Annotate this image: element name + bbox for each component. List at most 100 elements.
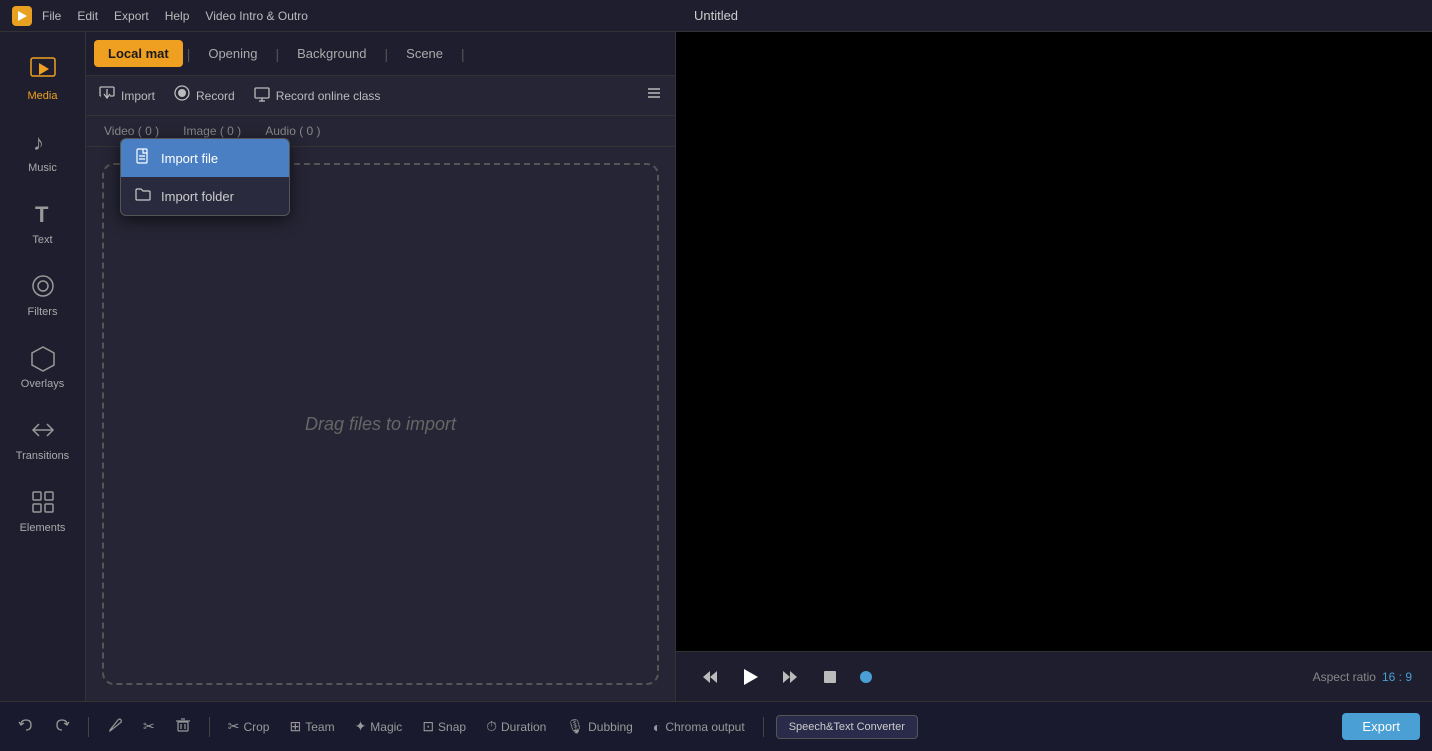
tab-local-mat[interactable]: Local mat — [94, 40, 183, 67]
sidebar-item-transitions[interactable]: Transitions — [0, 402, 85, 474]
aspect-ratio-label: Aspect ratio — [1313, 670, 1376, 684]
undo-icon — [18, 717, 34, 736]
sidebar-item-music[interactable]: ♪ Music — [0, 114, 85, 186]
aspect-ratio: Aspect ratio 16 : 9 — [1313, 670, 1412, 684]
import-file-icon — [135, 148, 151, 168]
tab-divider-2: | — [273, 46, 281, 62]
sidebar-item-elements[interactable]: Elements — [0, 474, 85, 546]
divider-3 — [763, 717, 764, 737]
window-title: Untitled — [694, 8, 738, 23]
sidebar-item-overlays[interactable]: Overlays — [0, 330, 85, 402]
preview-video — [676, 32, 1432, 651]
tab-divider-4: | — [459, 46, 467, 62]
svg-text:♪: ♪ — [33, 130, 44, 155]
duration-label: Duration — [501, 720, 546, 734]
menu-file[interactable]: File — [42, 9, 61, 23]
toolbar-menu-icon[interactable] — [645, 84, 663, 107]
sidebar-label-transitions: Transitions — [16, 450, 69, 462]
preview-controls: Aspect ratio 16 : 9 — [676, 651, 1432, 701]
export-button[interactable]: Export — [1342, 713, 1420, 740]
paint-icon — [107, 717, 123, 736]
titlebar: File Edit Export Help Video Intro & Outr… — [0, 0, 1432, 32]
cut-button[interactable]: ✂ — [137, 714, 161, 739]
record-icon — [173, 84, 191, 107]
snap-label: Snap — [438, 720, 466, 734]
record-button[interactable]: Record — [173, 84, 235, 107]
delete-button[interactable] — [169, 713, 197, 740]
magic-tool[interactable]: ✦ Magic — [349, 714, 409, 739]
snap-icon: ⊡ — [422, 718, 434, 735]
dubbing-icon: 🎙 — [566, 718, 584, 735]
cut-icon: ✂ — [143, 718, 155, 735]
menu-help[interactable]: Help — [165, 9, 190, 23]
crop-label: Crop — [243, 720, 269, 734]
sidebar-label-media: Media — [28, 90, 58, 102]
dubbing-label: Dubbing — [588, 720, 633, 734]
record-label: Record — [196, 89, 235, 103]
sidebar-label-filters: Filters — [28, 306, 58, 318]
team-label: Team — [305, 720, 334, 734]
speech-text-converter-button[interactable]: Speech&Text Converter — [776, 715, 918, 739]
import-button[interactable]: Import — [98, 84, 155, 107]
sidebar-label-overlays: Overlays — [21, 378, 64, 390]
dubbing-tool[interactable]: 🎙 Dubbing — [560, 714, 638, 739]
team-icon: ⊞ — [289, 718, 301, 735]
chroma-label: Chroma output — [665, 720, 744, 734]
music-icon: ♪ — [27, 126, 59, 158]
chroma-tool[interactable]: ◐ Chroma output — [647, 715, 751, 739]
record-online-icon — [253, 84, 271, 107]
undo-button[interactable] — [12, 713, 40, 740]
import-folder-icon — [135, 186, 151, 206]
import-folder-label: Import folder — [161, 189, 234, 204]
left-sidebar: Media ♪ Music T Text — [0, 32, 86, 701]
menu-bar: File Edit Export Help Video Intro & Outr… — [42, 9, 308, 23]
tab-opening[interactable]: Opening — [194, 40, 271, 67]
bottom-bar: ✂ ✂ Crop ⊞ Team ✦ Magic ⊡ Snap ⏱ Duratio… — [0, 701, 1432, 751]
filters-icon — [27, 270, 59, 302]
import-file-label: Import file — [161, 151, 218, 166]
elements-icon — [27, 486, 59, 518]
duration-tool[interactable]: ⏱ Duration — [480, 714, 552, 739]
drop-text: Drag files to import — [305, 414, 456, 435]
snap-tool[interactable]: ⊡ Snap — [416, 714, 472, 739]
sidebar-item-filters[interactable]: Filters — [0, 258, 85, 330]
skip-forward-button[interactable] — [776, 663, 804, 691]
import-file-option[interactable]: Import file — [121, 139, 289, 177]
paint-button[interactable] — [101, 713, 129, 740]
main-layout: Media ♪ Music T Text — [0, 32, 1432, 701]
drop-zone[interactable]: Drag files to import — [102, 163, 659, 685]
crop-tool[interactable]: ✂ Crop — [222, 714, 276, 739]
duration-icon: ⏱ — [486, 718, 497, 735]
preview-area: Aspect ratio 16 : 9 — [676, 32, 1432, 701]
text-icon: T — [27, 198, 59, 230]
tab-scene[interactable]: Scene — [392, 40, 457, 67]
aspect-ratio-value: 16 : 9 — [1382, 670, 1412, 684]
menu-export[interactable]: Export — [114, 9, 149, 23]
redo-icon — [54, 717, 70, 736]
import-dropdown: Import file Import folder — [120, 138, 290, 216]
chroma-icon: ◐ — [653, 719, 661, 735]
team-tool[interactable]: ⊞ Team — [283, 714, 340, 739]
divider-1 — [88, 717, 89, 737]
record-online-label: Record online class — [276, 89, 381, 103]
stop-button[interactable] — [816, 663, 844, 691]
import-folder-option[interactable]: Import folder — [121, 177, 289, 215]
import-label: Import — [121, 89, 155, 103]
tab-divider-3: | — [383, 46, 391, 62]
menu-edit[interactable]: Edit — [77, 9, 98, 23]
skip-back-button[interactable] — [696, 663, 724, 691]
tab-background[interactable]: Background — [283, 40, 380, 67]
redo-button[interactable] — [48, 713, 76, 740]
record-online-button[interactable]: Record online class — [253, 84, 381, 107]
delete-icon — [175, 717, 191, 736]
overlays-icon — [27, 342, 59, 374]
sidebar-item-media[interactable]: Media — [0, 42, 85, 114]
sidebar-item-text[interactable]: T Text — [0, 186, 85, 258]
app-logo — [12, 6, 32, 26]
menu-video-intro[interactable]: Video Intro & Outro — [205, 9, 308, 23]
sidebar-label-elements: Elements — [20, 522, 66, 534]
svg-text:T: T — [35, 202, 49, 227]
play-button[interactable] — [736, 663, 764, 691]
divider-2 — [209, 717, 210, 737]
magic-label: Magic — [370, 720, 402, 734]
